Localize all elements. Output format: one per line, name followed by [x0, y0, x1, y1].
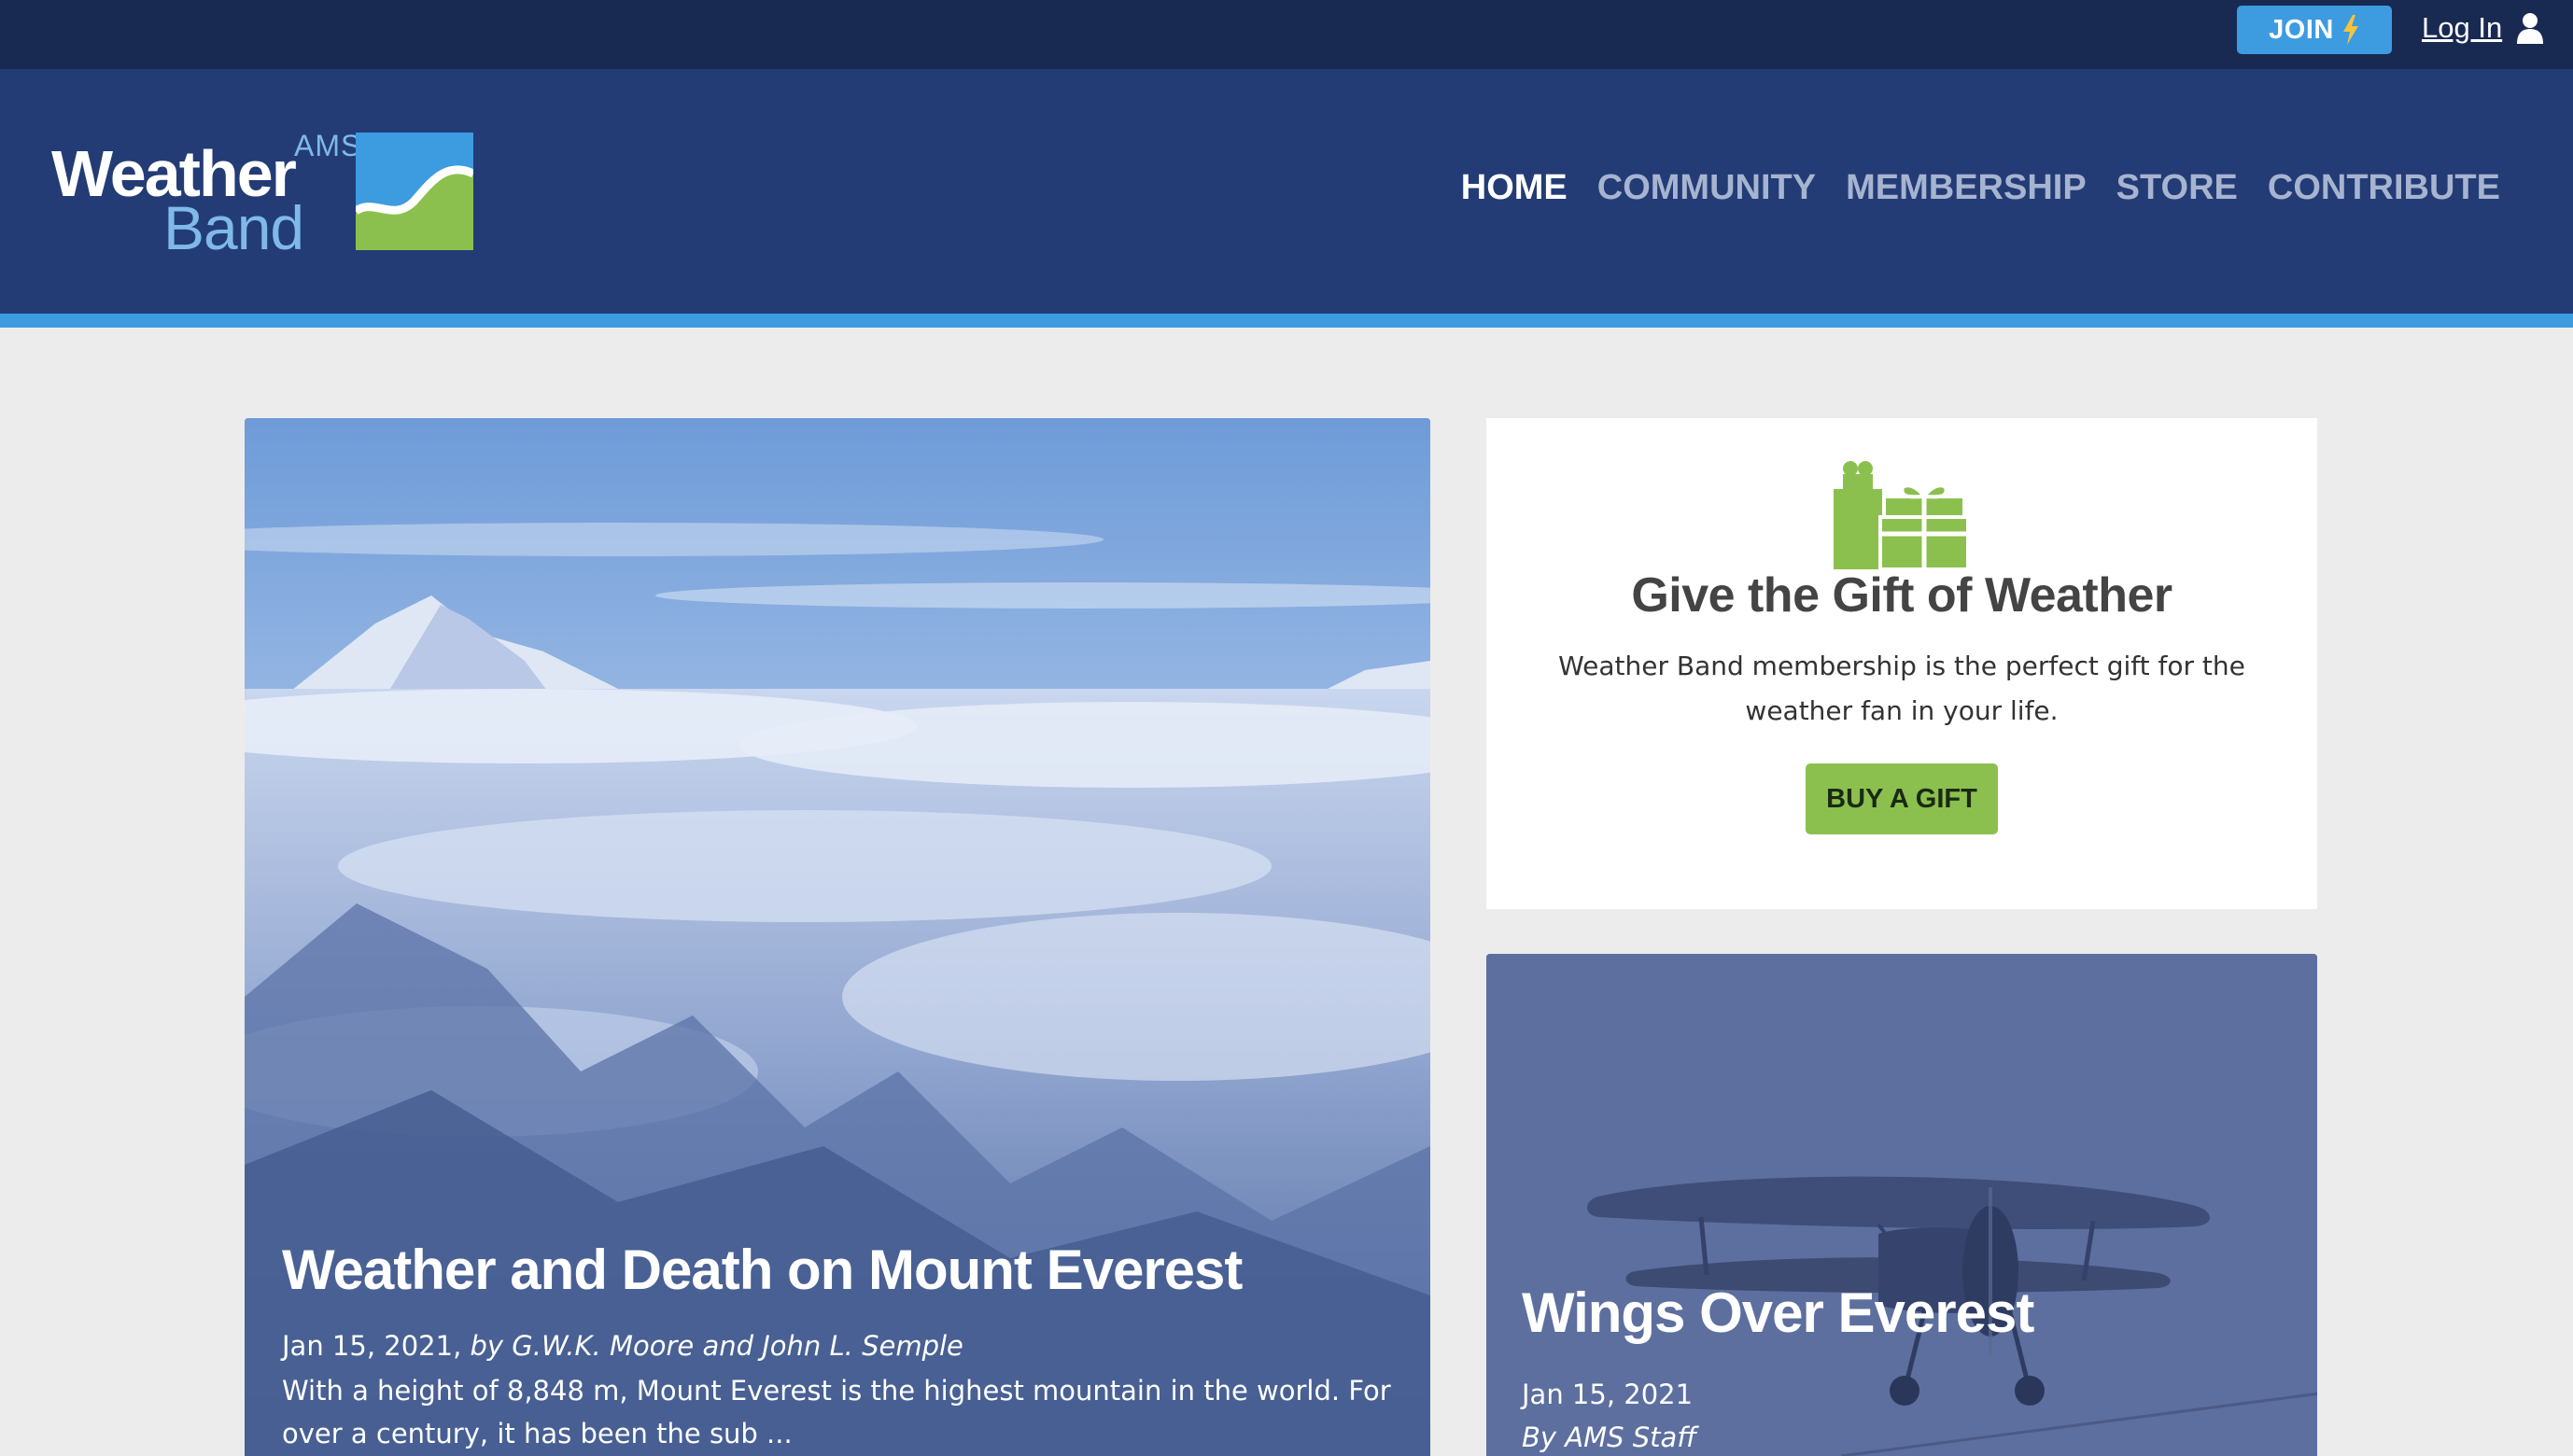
article-title[interactable]: Wings Over Everest: [1522, 1281, 2287, 1345]
gift-title: Give the Gift of Weather: [1631, 568, 2172, 623]
join-label: JOIN: [2269, 14, 2334, 45]
logo-wave-mark: [356, 133, 473, 250]
gift-description: Weather Band membership is the perfect g…: [1558, 651, 2245, 727]
top-utility-bar: JOIN Log In: [0, 0, 2573, 69]
login-link[interactable]: Log In: [2422, 9, 2544, 47]
login-label: Log In: [2422, 11, 2503, 44]
nav-membership[interactable]: MEMBERSHIP: [1846, 168, 2087, 208]
article-meta: Jan 15, 2021 By AMS Staff: [1522, 1373, 2287, 1456]
header-accent-stripe: [0, 314, 2573, 328]
featured-article-text: Weather and Death on Mount Everest Jan 1…: [282, 1239, 1402, 1455]
user-icon: [2517, 13, 2544, 44]
article-meta: Jan 15, 2021, by G.W.K. Moore and John L…: [282, 1327, 1402, 1365]
logo-ams-text: AMS: [294, 129, 362, 162]
main-nav: HOME COMMUNITY MEMBERSHIP STORE CONTRIBU…: [1461, 168, 2500, 208]
article-excerpt: With a height of 8,848 m, Mount Everest …: [282, 1374, 1391, 1449]
logo-band-text: Band: [163, 193, 304, 262]
nav-home[interactable]: HOME: [1461, 168, 1568, 208]
buy-gift-button[interactable]: BUY A GIFT: [1806, 763, 1998, 834]
nav-contribute[interactable]: CONTRIBUTE: [2268, 168, 2500, 208]
article-byline: By AMS Staff: [1522, 1421, 1697, 1454]
article-date: Jan 15, 2021,: [282, 1330, 462, 1362]
article-date: Jan 15, 2021: [1522, 1379, 1694, 1410]
weather-band-logo[interactable]: AMS Weather Band: [51, 129, 477, 262]
article-title[interactable]: Weather and Death on Mount Everest: [282, 1239, 1402, 1301]
article-text: Wings Over Everest Jan 15, 2021 By AMS S…: [1522, 1281, 2287, 1456]
gift-promo-card: Give the Gift of Weather Weather Band me…: [1486, 418, 2317, 909]
featured-article-card[interactable]: Weather and Death on Mount Everest Jan 1…: [245, 418, 1430, 1456]
nav-community[interactable]: COMMUNITY: [1597, 168, 1816, 208]
article-byline: by G.W.K. Moore and John L. Semple: [470, 1330, 963, 1362]
article-card-wings[interactable]: Wings Over Everest Jan 15, 2021 By AMS S…: [1486, 954, 2317, 1456]
join-button[interactable]: JOIN: [2237, 6, 2392, 54]
nav-store[interactable]: STORE: [2116, 168, 2238, 208]
gift-icon: [1834, 461, 1968, 569]
lightning-bolt-icon: [2342, 15, 2358, 45]
